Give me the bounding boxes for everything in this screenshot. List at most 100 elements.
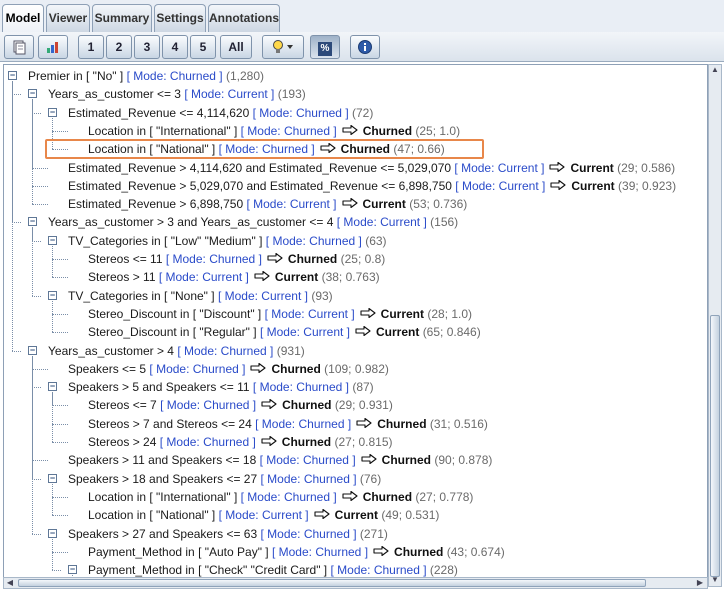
node-condition: Payment_Method in [ "Check" "Credit Card… — [88, 563, 328, 578]
level-2-button[interactable]: 2 — [106, 35, 132, 59]
node-stats: (65; 0.846) — [422, 325, 481, 340]
node-mode: [ Mode: Churned ] — [149, 361, 246, 376]
collapse-toggle-icon[interactable]: − — [68, 565, 77, 575]
collapse-toggle-icon[interactable]: − — [48, 290, 57, 300]
highlight-dropdown-button[interactable] — [262, 35, 304, 59]
node-prediction: Churned — [282, 398, 332, 413]
prediction-arrow-icon — [260, 396, 278, 414]
collapse-toggle-icon[interactable]: − — [48, 107, 57, 117]
node-mode: [ Mode: Churned ] — [240, 489, 337, 504]
collapse-toggle-icon[interactable]: − — [48, 473, 57, 483]
node-prediction: Churned — [271, 361, 321, 376]
tab-annotations[interactable]: Annotations — [208, 4, 280, 32]
chart-icon — [47, 42, 58, 53]
tab-model[interactable]: Model — [2, 4, 44, 32]
node-stats: (27; 0.815) — [334, 435, 393, 449]
tree-leaf-node[interactable]: Stereo_Discount in [ "Regular" ] [ Mode:… — [88, 323, 481, 341]
node-mode: [ Mode: Churned ] — [265, 233, 362, 248]
tree-leaf-node[interactable]: Stereos <= 7 [ Mode: Churned ] Churned (2… — [88, 396, 393, 414]
node-stats: (53; 0.736) — [409, 197, 468, 212]
tree-connector — [32, 240, 41, 242]
collapse-toggle-icon[interactable]: − — [48, 235, 57, 245]
tree-leaf-node[interactable]: Location in [ "International" ] [ Mode: … — [88, 488, 473, 506]
tree-leaf-node[interactable]: Speakers <= 5 [ Mode: Churned ] Churned (… — [68, 360, 389, 378]
percent-toggle-button[interactable]: % — [310, 35, 340, 59]
tree-branch-node[interactable]: Years_as_customer > 4 [ Mode: Churned ] … — [48, 342, 305, 360]
tree-connector — [32, 112, 41, 114]
node-prediction: Churned — [362, 123, 413, 138]
node-condition: Location in [ "National" ] — [88, 508, 216, 523]
node-stats: (90; 0.878) — [434, 453, 493, 468]
tree-leaf-node[interactable]: Estimated_Revenue > 5,029,070 and Estima… — [68, 177, 676, 195]
node-stats: (38; 0.763) — [321, 270, 380, 285]
tree-branch-node[interactable]: Years_as_customer <= 3 [ Mode: Current ]… — [48, 85, 306, 103]
tree-leaf-node[interactable]: Stereo_Discount in [ "Discount" ] [ Mode… — [88, 305, 472, 323]
tree-connector — [52, 259, 68, 260]
node-mode: [ Mode: Churned ] — [255, 416, 352, 431]
collapse-toggle-icon[interactable]: − — [48, 382, 57, 392]
tree-branch-node[interactable]: Estimated_Revenue <= 4,114,620 [ Mode: C… — [68, 104, 373, 122]
vertical-scroll-thumb[interactable] — [710, 315, 720, 577]
prediction-arrow-icon — [372, 543, 390, 561]
arrow-right-icon — [342, 490, 358, 501]
collapse-toggle-icon[interactable]: − — [28, 345, 37, 355]
tree-connector — [32, 204, 48, 206]
scroll-right-icon[interactable]: ▶ — [694, 578, 706, 588]
collapse-toggle-icon[interactable]: − — [8, 71, 17, 80]
info-button[interactable] — [350, 35, 380, 59]
node-mode: [ Mode: Churned ] — [177, 343, 274, 358]
tab-viewer[interactable]: Viewer — [46, 4, 90, 32]
arrow-right-icon — [360, 307, 376, 318]
node-condition: Years_as_customer <= 3 — [48, 87, 181, 102]
tree-leaf-node[interactable]: Payment_Method in [ "Auto Pay" ] [ Mode:… — [88, 543, 505, 561]
tree-branch-node[interactable]: Speakers > 5 and Speakers <= 11 [ Mode: … — [68, 378, 374, 396]
tree-leaf-node[interactable]: Stereos > 7 and Stereos <= 24 [ Mode: Ch… — [88, 415, 488, 433]
tree-branch-node[interactable]: Premier in [ "No" ] [ Mode: Churned ] (1… — [28, 67, 264, 85]
chart-button[interactable] — [38, 35, 68, 59]
level-4-button[interactable]: 4 — [162, 35, 188, 59]
level-5-button[interactable]: 5 — [190, 35, 216, 59]
tree-leaf-node[interactable]: Speakers > 11 and Speakers <= 18 [ Mode:… — [68, 451, 492, 469]
decision-tree-panel[interactable]: − Premier in [ "No" ] [ Mode: Churned ] (… — [3, 64, 708, 587]
tree-leaf-node[interactable]: Stereos > 24 [ Mode: Churned ] Churned (2… — [88, 433, 393, 451]
node-stats: (49; 0.531) — [381, 508, 440, 523]
node-condition: TV_Categories in [ "None" ] — [68, 288, 215, 303]
tree-leaf-node[interactable]: Stereos <= 11 [ Mode: Churned ] Churned (… — [88, 250, 385, 268]
copy-tree-button[interactable] — [4, 35, 34, 59]
tab-summary[interactable]: Summary — [92, 4, 152, 32]
tree-connector — [32, 478, 41, 480]
collapse-toggle-icon[interactable]: − — [28, 217, 37, 227]
tree-connector — [32, 368, 48, 370]
tree-branch-node[interactable]: Speakers > 27 and Speakers <= 63 [ Mode:… — [68, 525, 388, 543]
level-all-button[interactable]: All — [220, 35, 252, 59]
tree-connector — [12, 81, 13, 351]
tree-leaf-node[interactable]: Stereos > 11 [ Mode: Current ] Current (3… — [88, 268, 380, 286]
tree-branch-node[interactable]: TV_Categories in [ "Low" "Medium" ] [ Mo… — [68, 232, 387, 250]
scroll-left-icon[interactable]: ◀ — [4, 578, 16, 588]
collapse-toggle-icon[interactable]: − — [48, 528, 57, 538]
tree-connector — [32, 387, 41, 389]
tree-branch-node[interactable]: TV_Categories in [ "None" ] [ Mode: Curr… — [68, 287, 333, 305]
scroll-down-icon[interactable]: ▼ — [709, 575, 721, 585]
level-1-button[interactable]: 1 — [78, 35, 104, 59]
tree-branch-node[interactable]: Speakers > 18 and Speakers <= 27 [ Mode:… — [68, 470, 381, 488]
vertical-scrollbar[interactable]: ▲ ▼ — [708, 64, 722, 587]
tree-leaf-node[interactable]: Estimated_Revenue > 4,114,620 and Estima… — [68, 159, 675, 177]
node-condition: Stereos <= 11 — [88, 252, 163, 266]
tree-leaf-node[interactable]: Location in [ "National" ] [ Mode: Curre… — [88, 506, 439, 524]
collapse-toggle-icon[interactable]: − — [28, 89, 37, 99]
horizontal-scrollbar[interactable]: ◀ ▶ — [3, 577, 708, 589]
prediction-arrow-icon — [360, 451, 378, 469]
tab-settings[interactable]: Settings — [154, 4, 206, 32]
tree-leaf-node[interactable]: Location in [ "International" ] [ Mode: … — [88, 122, 460, 140]
tree-connector — [32, 185, 48, 187]
prediction-arrow-icon — [260, 433, 278, 451]
horizontal-scroll-thumb[interactable] — [18, 579, 646, 587]
level-3-button[interactable]: 3 — [134, 35, 160, 59]
node-prediction: Current — [274, 270, 319, 285]
node-mode: [ Mode: Current ] — [184, 87, 275, 102]
tree-leaf-node[interactable]: Estimated_Revenue > 6,898,750 [ Mode: Cu… — [68, 195, 467, 213]
node-condition: Stereos <= 7 — [88, 398, 157, 413]
scroll-up-icon[interactable]: ▲ — [709, 65, 721, 75]
tree-branch-node[interactable]: Years_as_customer > 3 and Years_as_custo… — [48, 213, 458, 231]
